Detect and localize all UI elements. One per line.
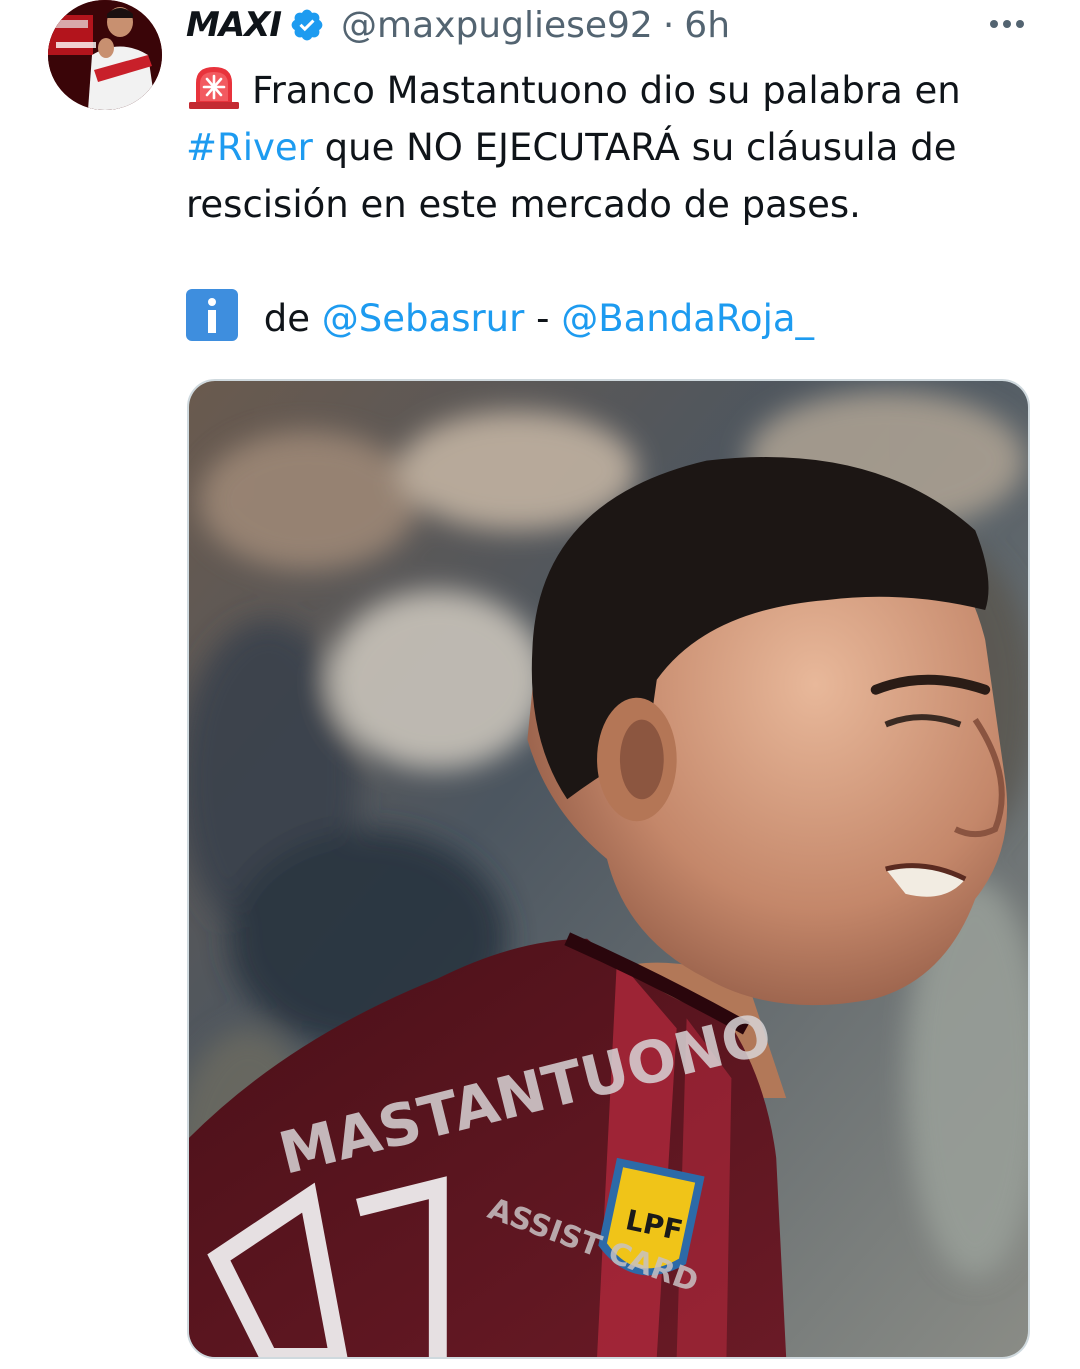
mention-separator: - <box>524 297 562 340</box>
tweet-header: MAXI @maxpugliese92 · 6h <box>186 0 730 50</box>
author-display-name[interactable]: MAXI <box>186 5 282 45</box>
tweet[interactable]: MAXI @maxpugliese92 · 6h Franco Mastantu… <box>0 0 1080 1369</box>
hashtag-river-link[interactable]: #River <box>186 126 313 169</box>
tweet-text-line2: que NO EJECUTARÁ su cláusula de <box>312 126 957 169</box>
avatar-image <box>48 0 162 110</box>
mention-sebasrur-link[interactable]: @Sebasrur <box>322 297 525 340</box>
tweet-media-photo[interactable]: MASTANTUONO LPF ASSIST CARD <box>187 379 1030 1359</box>
author-handle[interactable]: @maxpugliese92 <box>341 5 653 46</box>
siren-emoji-icon <box>186 63 242 109</box>
separator-dot: · <box>662 4 675 46</box>
verified-badge-icon <box>289 7 325 43</box>
tweet-timestamp[interactable]: 6h <box>684 5 730 46</box>
tweet-text-line3: rescisión en este mercado de pases. <box>186 183 861 226</box>
tweet-text-line1: Franco Mastantuono dio su palabra en <box>252 69 961 112</box>
more-options-icon[interactable] <box>982 6 1032 42</box>
source-prefix: de <box>252 297 322 340</box>
information-emoji-icon <box>186 289 238 341</box>
mention-bandaroja-link[interactable]: @BandaRoja_ <box>561 297 814 340</box>
author-avatar[interactable] <box>48 0 162 110</box>
tweet-text: Franco Mastantuono dio su palabra en #Ri… <box>186 62 1046 347</box>
player-photo: MASTANTUONO LPF ASSIST CARD <box>189 381 1028 1357</box>
